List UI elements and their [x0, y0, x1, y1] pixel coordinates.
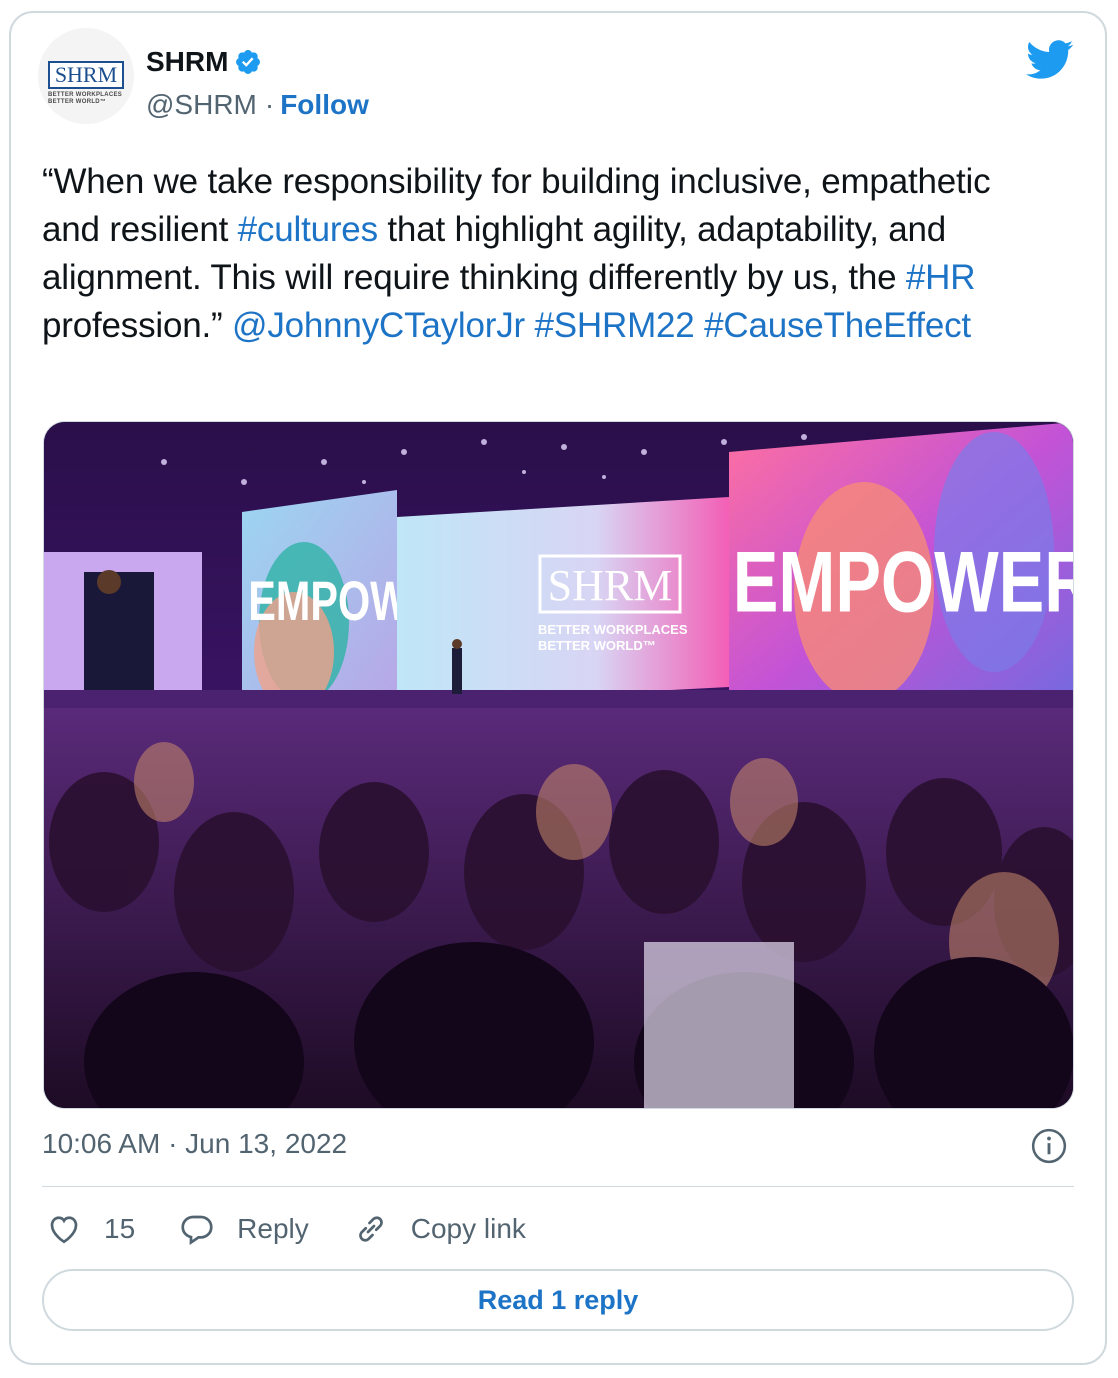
avatar[interactable]: SHRM BETTER WORKPLACES BETTER WORLD™ — [38, 28, 134, 124]
author-handle[interactable]: @SHRM — [146, 89, 257, 121]
hashtag-cultures-link[interactable]: #cultures — [238, 210, 378, 249]
tweet-photo[interactable]: EMPOWER SHRM BETTER WORKPLACES BETTER WO… — [43, 421, 1074, 1109]
handle-separator: · — [264, 89, 275, 120]
reply-button[interactable]: Reply — [179, 1211, 309, 1247]
tweet-text-segment — [695, 306, 705, 345]
center-screen-tagline-2: BETTER WORLD™ — [538, 638, 656, 653]
avatar-logo: SHRM — [48, 61, 124, 89]
avatar-logo-tagline: BETTER WORKPLACES BETTER WORLD™ — [48, 92, 123, 105]
tweet-text: “When we take responsibility for buildin… — [42, 158, 1052, 350]
tweet-actions: 15 Reply Copy link — [46, 1205, 570, 1253]
hashtag-causetheeffect-link[interactable]: #CauseTheEffect — [704, 306, 971, 345]
tweet-timestamp[interactable]: 10:06 AM · Jun 13, 2022 — [42, 1128, 347, 1160]
tweet-text-segment — [525, 306, 535, 345]
verified-badge-icon — [236, 50, 261, 74]
copy-link-button[interactable]: Copy link — [353, 1211, 526, 1247]
reply-label: Reply — [237, 1213, 309, 1244]
heart-icon — [50, 1216, 78, 1244]
author-name-row: SHRM — [146, 46, 262, 78]
author-handle-row: @SHRM · Follow — [146, 89, 369, 121]
conference-stage-image: EMPOWER SHRM BETTER WORKPLACES BETTER WO… — [44, 422, 1074, 1108]
center-screen-logo: SHRM — [548, 561, 673, 610]
info-icon[interactable] — [1030, 1127, 1068, 1165]
tweet-text-segment: profession.” — [42, 306, 232, 345]
author-name[interactable]: SHRM — [146, 46, 228, 78]
right-screen-word: EMPOWER — [733, 533, 1074, 631]
like-count: 15 — [104, 1213, 136, 1244]
mention-johnnyctaylorjr-link[interactable]: @JohnnyCTaylorJr — [232, 306, 525, 345]
hashtag-hr-link[interactable]: #HR — [906, 258, 976, 297]
link-icon — [358, 1216, 383, 1242]
like-button[interactable]: 15 — [46, 1211, 135, 1247]
footer-divider — [42, 1186, 1074, 1187]
read-replies-button[interactable]: Read 1 reply — [42, 1269, 1074, 1331]
copy-link-label: Copy link — [410, 1213, 526, 1244]
twitter-logo-icon[interactable] — [1026, 40, 1074, 80]
hashtag-shrm22-link[interactable]: #SHRM22 — [535, 306, 695, 345]
follow-button[interactable]: Follow — [280, 89, 369, 121]
reply-bubble-icon — [181, 1215, 213, 1246]
center-screen-tagline-1: BETTER WORKPLACES — [538, 622, 688, 637]
